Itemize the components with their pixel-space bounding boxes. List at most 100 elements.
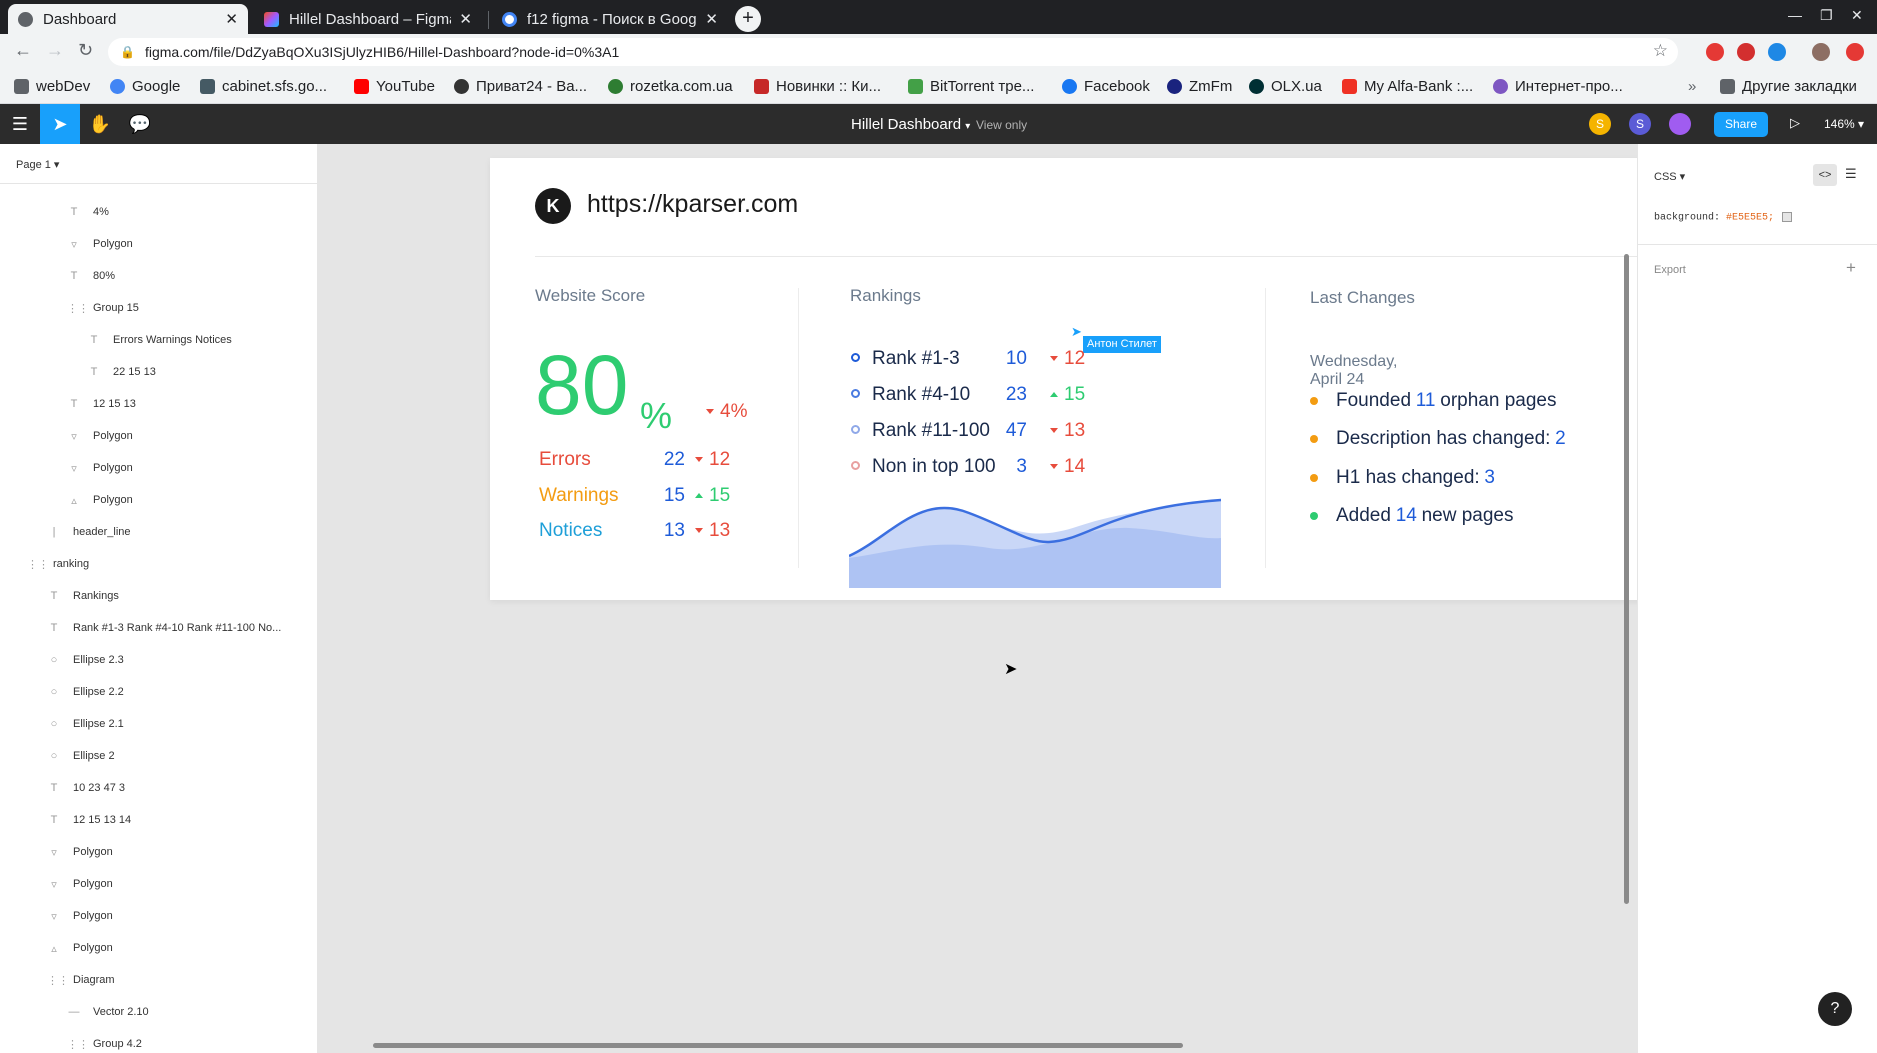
layer-row[interactable]: | header_line — [47, 516, 131, 548]
bookmark[interactable]: Приват24 - Ва... — [454, 78, 587, 95]
vertical-scrollbar[interactable] — [1624, 254, 1629, 904]
file-title[interactable]: Hillel Dashboard ▾ — [851, 116, 970, 133]
extension-icon[interactable] — [1768, 43, 1786, 61]
layer-label: Vector 2.10 — [93, 1006, 149, 1018]
layer-row[interactable]: ▿ Polygon — [47, 836, 113, 868]
adblock-icon[interactable] — [1706, 43, 1724, 61]
zoom-dropdown[interactable]: 146% ▾ — [1824, 117, 1864, 131]
layer-row[interactable]: T Rank #1-3 Rank #4-10 Rank #11-100 No... — [47, 612, 282, 644]
bookmark[interactable]: rozetka.com.ua — [608, 78, 733, 95]
layer-row[interactable]: ○ Ellipse 2 — [47, 740, 115, 772]
layer-row[interactable]: ⋮⋮ Group 4.2 — [67, 1028, 142, 1053]
layer-row[interactable]: — Vector 2.10 — [67, 996, 149, 1028]
errors-delta: 12 — [695, 450, 730, 469]
bookmark[interactable]: BitTorrent тре... — [908, 78, 1034, 95]
layer-row[interactable]: ▿ Polygon — [47, 900, 113, 932]
layer-row[interactable]: ⋮⋮ Group 15 — [67, 292, 139, 324]
avatar[interactable]: S — [1589, 113, 1611, 135]
code-view-icon[interactable]: <> — [1813, 164, 1837, 186]
website-score-title: Website Score — [535, 286, 646, 305]
update-icon[interactable] — [1846, 43, 1864, 61]
address-bar: ← → ↻ 🔒 figma.com/file/DdZyaBqOXu3ISjUly… — [0, 34, 1877, 70]
menu-icon[interactable]: ☰ — [0, 104, 40, 144]
close-tab-icon[interactable]: ✕ — [459, 10, 472, 28]
layer-row[interactable]: ▵ Polygon — [47, 932, 113, 964]
view-only-label: View only — [976, 118, 1028, 132]
layer-row[interactable]: T 12 15 13 — [67, 388, 136, 420]
layer-label: Errors Warnings Notices — [113, 334, 232, 346]
bookmark-star-icon[interactable]: ☆ — [1653, 41, 1668, 61]
minimize-icon[interactable]: — — [1788, 7, 1802, 23]
canvas[interactable]: K https://kparser.com Website Score 80 %… — [318, 144, 1637, 1053]
layer-row[interactable]: ○ Ellipse 2.1 — [47, 708, 124, 740]
layer-row[interactable]: ⋮⋮ ranking — [27, 548, 89, 580]
share-button[interactable]: Share — [1714, 112, 1768, 137]
url-input[interactable]: 🔒 figma.com/file/DdZyaBqOXu3ISjUlyzHIB6/… — [108, 38, 1678, 66]
tab-google[interactable]: f12 figma - Поиск в Googl ✕ — [492, 4, 728, 34]
bullet — [1310, 435, 1318, 443]
tab-figma[interactable]: Hillel Dashboard – Figma ✕ — [254, 4, 482, 34]
bookmark-folder[interactable]: webDev — [14, 78, 90, 95]
close-tab-icon[interactable]: ✕ — [225, 10, 238, 28]
layer-row[interactable]: T 22 15 13 — [87, 356, 156, 388]
avatar[interactable] — [1669, 113, 1691, 135]
add-export-icon[interactable]: + — [1846, 258, 1856, 278]
comment-tool-icon[interactable]: 💬 — [120, 104, 160, 144]
opera-vpn-icon[interactable] — [1737, 43, 1755, 61]
bookmark[interactable]: OLX.ua — [1249, 78, 1322, 95]
hand-tool-icon[interactable]: ✋ — [80, 104, 120, 144]
bookmark[interactable]: Интернет-про... — [1493, 78, 1623, 95]
bookmark[interactable]: Новинки :: Ки... — [754, 78, 881, 95]
horizontal-scrollbar[interactable] — [373, 1043, 1183, 1048]
maximize-icon[interactable]: ❐ — [1820, 7, 1833, 24]
divider — [1638, 244, 1877, 245]
bookmark[interactable]: My Alfa-Bank :... — [1342, 78, 1473, 95]
rank-value: 23 — [1005, 384, 1027, 405]
page-selector[interactable]: Page 1 ▾ — [0, 144, 317, 184]
layer-row[interactable]: T Errors Warnings Notices — [87, 324, 232, 356]
dashboard-frame[interactable]: K https://kparser.com Website Score 80 %… — [490, 158, 1637, 600]
reload-icon[interactable]: ↻ — [78, 40, 93, 61]
move-tool-icon[interactable]: ➤ — [40, 104, 80, 144]
bookmark[interactable]: ZmFm — [1167, 78, 1232, 95]
layer-row[interactable]: T 80% — [67, 260, 115, 292]
layer-type-icon: ○ — [50, 750, 58, 762]
layer-row[interactable]: T Rankings — [47, 580, 119, 612]
close-tab-icon[interactable]: ✕ — [705, 10, 718, 28]
layer-row[interactable]: ○ Ellipse 2.2 — [47, 676, 124, 708]
close-window-icon[interactable]: ✕ — [1851, 7, 1863, 24]
code-mode-dropdown[interactable]: CSS ▾ — [1654, 170, 1685, 183]
layer-row[interactable]: ▿ Polygon — [67, 452, 133, 484]
other-bookmarks-folder[interactable]: Другие закладки — [1720, 78, 1857, 95]
layer-row[interactable]: T 4% — [67, 196, 109, 228]
bookmark[interactable]: cabinet.sfs.go... — [200, 78, 327, 95]
layer-row[interactable]: ○ Ellipse 2.3 — [47, 644, 124, 676]
profile-icon[interactable] — [1812, 43, 1830, 61]
bookmark[interactable]: YouTube — [354, 78, 435, 95]
layer-row[interactable]: ⋮⋮ Diagram — [47, 964, 115, 996]
layer-label: Group 15 — [93, 302, 139, 314]
new-tab-button[interactable]: + — [735, 6, 761, 32]
layer-row[interactable]: ▵ Polygon — [67, 484, 133, 516]
bookmark[interactable]: Google — [110, 78, 180, 95]
help-button[interactable]: ? — [1818, 992, 1852, 1026]
layer-row[interactable]: ▿ Polygon — [67, 228, 133, 260]
present-icon[interactable]: ▷ — [1790, 115, 1800, 131]
back-icon[interactable]: ← — [14, 40, 32, 61]
header-line — [535, 256, 1637, 257]
forward-icon[interactable]: → — [46, 40, 64, 61]
rankings-diagram — [849, 498, 1221, 588]
tab-dashboard[interactable]: Dashboard ✕ — [8, 4, 248, 34]
layer-row[interactable]: ▿ Polygon — [67, 420, 133, 452]
layer-row[interactable]: ▿ Polygon — [47, 868, 113, 900]
layer-type-icon: ▿ — [51, 910, 57, 923]
layer-label: 12 15 13 — [93, 398, 136, 410]
bookmark[interactable]: Facebook — [1062, 78, 1150, 95]
list-view-icon[interactable]: ☰ — [1845, 166, 1857, 182]
layer-row[interactable]: T 12 15 13 14 — [47, 804, 132, 836]
avatar[interactable]: S — [1629, 113, 1651, 135]
more-bookmarks-icon[interactable]: » — [1688, 78, 1696, 95]
bittorrent-icon — [908, 79, 923, 94]
layer-row[interactable]: T 10 23 47 3 — [47, 772, 125, 804]
layer-label: Group 4.2 — [93, 1038, 142, 1050]
